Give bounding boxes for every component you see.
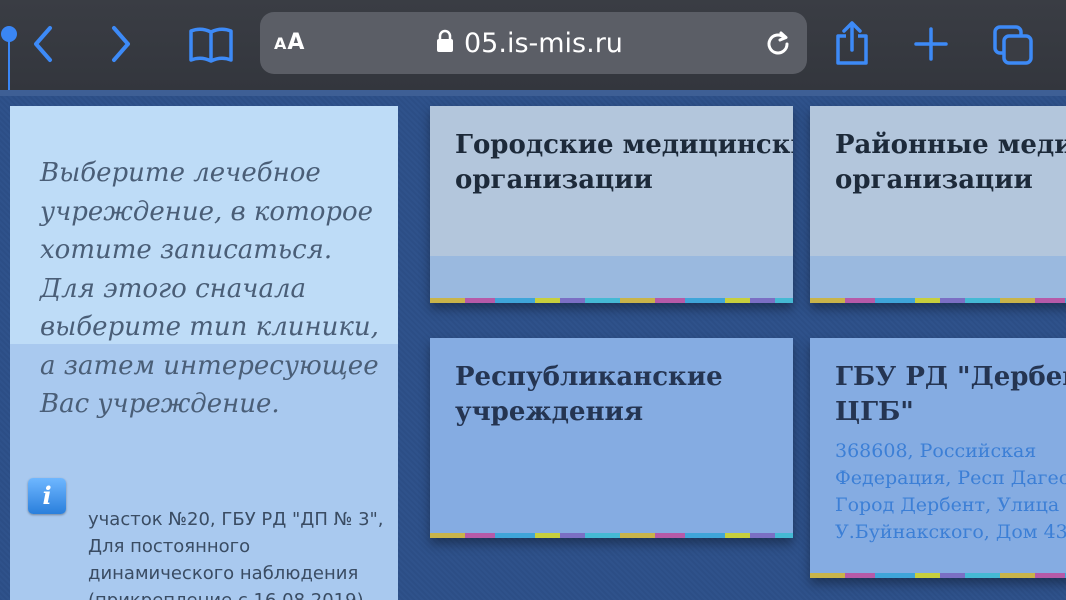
forward-button[interactable] xyxy=(108,22,136,66)
share-icon xyxy=(833,20,871,66)
card-color-stripe xyxy=(810,298,1066,303)
text-size-button[interactable]: AA xyxy=(274,30,305,55)
web-page: Выберите лечебное учреждение, в которое … xyxy=(0,90,1066,600)
share-button[interactable] xyxy=(833,20,871,66)
lock-icon xyxy=(436,29,454,57)
page-load-progress-bar xyxy=(8,40,10,92)
new-tab-button[interactable] xyxy=(913,26,949,62)
card-color-stripe xyxy=(810,573,1066,578)
address-bar[interactable]: AA 05.is-mis.ru xyxy=(260,12,807,74)
url-display[interactable]: 05.is-mis.ru xyxy=(436,27,623,59)
card-color-stripe xyxy=(430,533,793,538)
card-title: Республиканские учреждения xyxy=(455,362,723,427)
card-title: ГБУ РД "Дербентская ЦГБ" xyxy=(835,362,1066,427)
header-strip xyxy=(0,90,1066,96)
card-republican-institutions[interactable]: Республиканские учреждения xyxy=(430,338,793,538)
reload-button[interactable] xyxy=(763,29,793,63)
url-text: 05.is-mis.ru xyxy=(464,27,623,59)
info-icon[interactable]: i xyxy=(28,478,66,514)
card-address: 368608, Российская Федерация, Респ Дагес… xyxy=(835,440,1066,543)
card-title: Районные медицинские организации xyxy=(835,130,1066,195)
back-button[interactable] xyxy=(28,22,56,66)
card-city-medical-organizations[interactable]: Городские медицинские организации xyxy=(430,106,793,303)
chevron-left-icon xyxy=(28,22,56,66)
card-title: Городские медицинские организации xyxy=(455,130,793,195)
instruction-text: Выберите лечебное учреждение, в которое … xyxy=(40,158,379,419)
chevron-right-icon xyxy=(108,22,136,66)
card-color-stripe xyxy=(430,298,793,303)
bookmarks-button[interactable] xyxy=(188,26,234,64)
card-district-medical-organizations[interactable]: Районные медицинские организации xyxy=(810,106,1066,303)
tabs-icon xyxy=(992,24,1034,66)
info-sidebar: Выберите лечебное учреждение, в которое … xyxy=(10,106,398,600)
attachment-info-text: участок №20, ГБУ РД "ДП № 3", Для постоя… xyxy=(88,509,384,600)
tabs-overview-button[interactable] xyxy=(992,24,1034,66)
plus-icon xyxy=(913,26,949,62)
card-derbent-cgb[interactable]: ГБУ РД "Дербентская ЦГБ" 368608, Российс… xyxy=(810,338,1066,578)
book-icon xyxy=(188,26,234,64)
reload-icon xyxy=(763,31,793,63)
browser-toolbar: AA 05.is-mis.ru xyxy=(0,0,1066,92)
